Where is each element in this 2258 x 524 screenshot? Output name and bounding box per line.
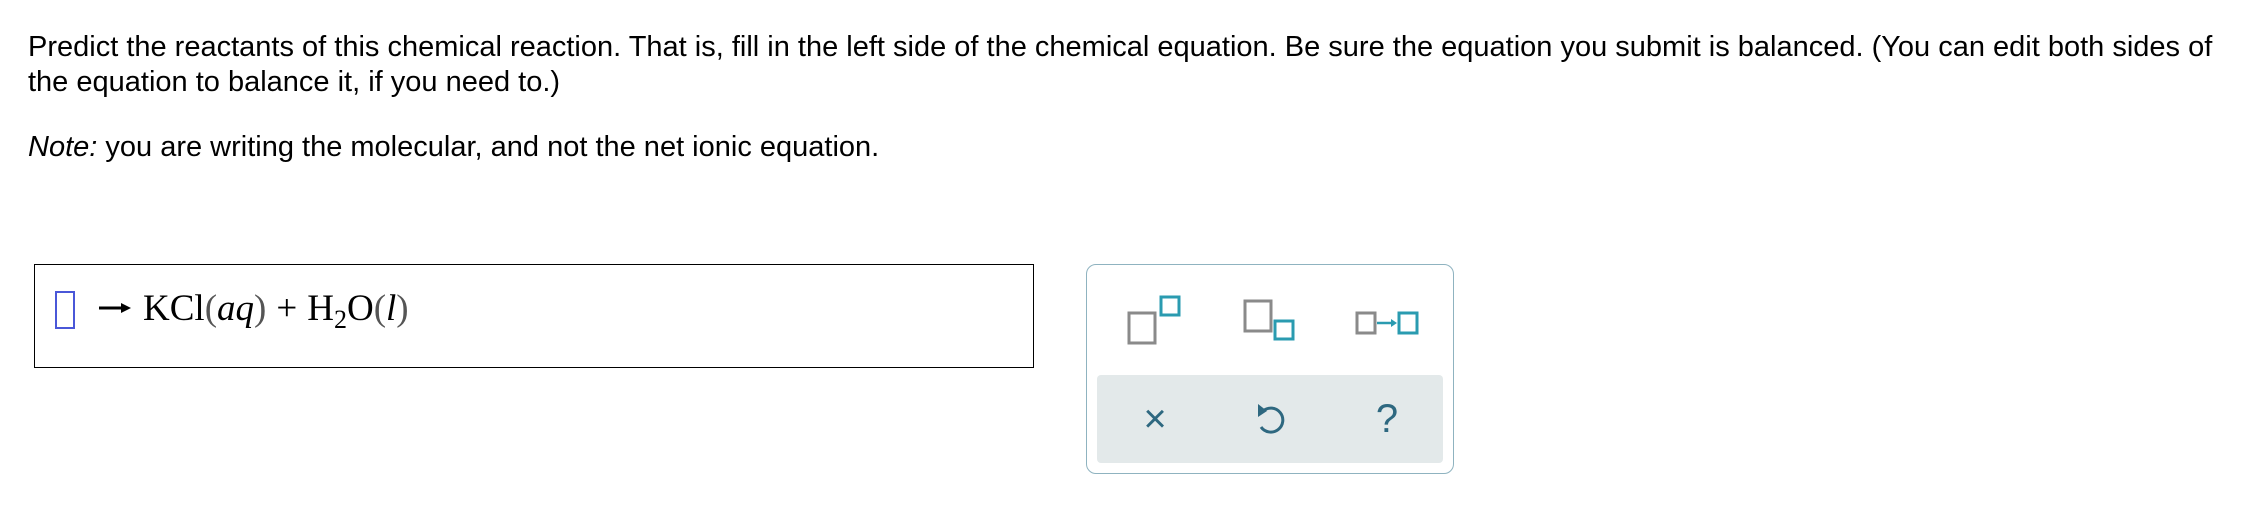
superscript-button[interactable] bbox=[1117, 291, 1197, 357]
reaction-arrow-icon bbox=[1355, 311, 1419, 335]
question-mark-icon: ? bbox=[1375, 397, 1399, 441]
palette-action-bar: × ? bbox=[1097, 375, 1443, 463]
equation-editor[interactable]: KCl(aq) + H2O(l) bbox=[34, 264, 1034, 368]
subscript-button[interactable] bbox=[1231, 291, 1311, 357]
close-icon: × bbox=[1143, 397, 1167, 441]
clear-button[interactable]: × bbox=[1125, 393, 1185, 445]
right-arrow-icon bbox=[99, 303, 131, 313]
reaction-arrow-button[interactable] bbox=[1347, 291, 1427, 357]
superscript-icon bbox=[1127, 295, 1181, 345]
state-aq: aq bbox=[217, 288, 255, 329]
note-text: you are writing the molecular, and not t… bbox=[97, 131, 880, 163]
paren-open: ( bbox=[204, 288, 218, 329]
paren-close: ) bbox=[254, 288, 267, 329]
subscript-icon bbox=[1243, 299, 1295, 341]
note-lead: Note: bbox=[28, 131, 98, 163]
question-prompt: Predict the reactants of this chemical r… bbox=[28, 31, 2213, 98]
paren-close: ) bbox=[396, 288, 409, 329]
reactant-input-slot[interactable] bbox=[55, 291, 75, 329]
product-o: O bbox=[346, 288, 374, 329]
product-formula: KCl(aq) + H2O(l) bbox=[143, 287, 409, 334]
plus-sign: + bbox=[276, 288, 298, 329]
product-h: H bbox=[307, 288, 334, 329]
help-button[interactable]: ? bbox=[1357, 393, 1417, 445]
product-kcl: KCl bbox=[143, 288, 205, 329]
subscript-2: 2 bbox=[333, 305, 347, 334]
undo-icon bbox=[1258, 404, 1285, 434]
equation-palette: × ? bbox=[1086, 264, 1454, 474]
question-note: Note: you are writing the molecular, and… bbox=[28, 130, 879, 165]
undo-button[interactable] bbox=[1241, 393, 1301, 445]
state-l: l bbox=[386, 288, 397, 329]
paren-open: ( bbox=[373, 288, 387, 329]
